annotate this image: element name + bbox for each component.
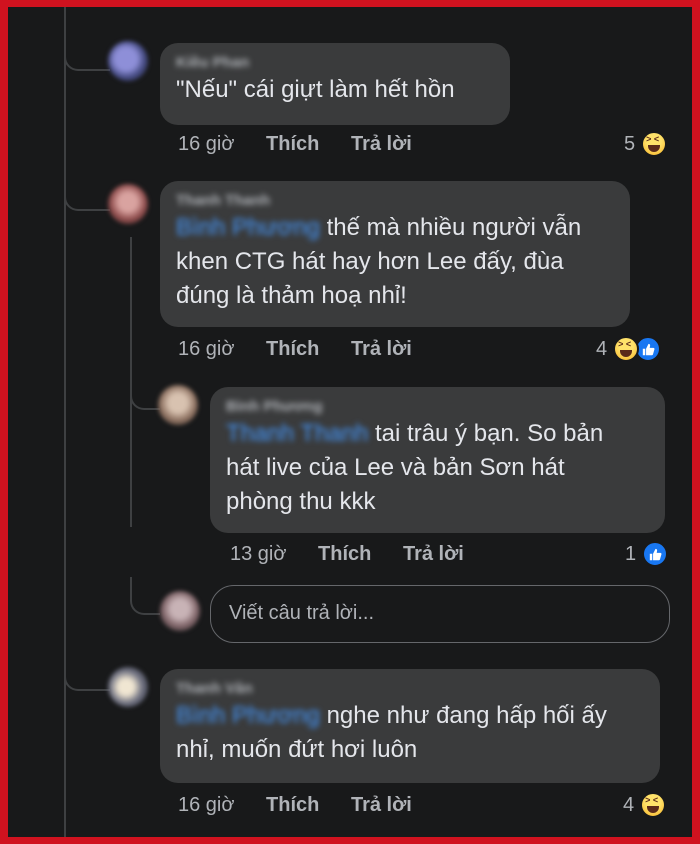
reaction-summary[interactable]: 4 [623,792,667,818]
comment-author[interactable]: Kiều Phan [176,53,494,73]
comment-bubble: Bình Phương Thanh Thanh tai trâu ý bạn. … [210,387,665,533]
thread-connector [64,157,110,211]
reply-button[interactable]: Trả lời [403,543,464,566]
reaction-count: 4 [596,337,608,360]
thread-connector [64,647,110,691]
comment-text-line: nghe như đang hấp hối ấy [326,702,607,729]
comment-meta: 13 giờ Thích Trả lời [230,543,464,566]
comment-meta: 16 giờ Thích Trả lời [178,133,412,156]
comment-author[interactable]: Thanh Thanh [176,191,614,211]
like-button[interactable]: Thích [266,338,319,361]
haha-icon [613,336,640,362]
reply-button[interactable]: Trả lời [351,794,412,817]
comment-text-line: tai trâu ý bạn. So bản [375,420,604,447]
avatar[interactable] [108,667,148,707]
comment-text-line: nhỉ, muốn đứt hơi luôn [176,736,418,763]
thread-connector [130,372,160,410]
comment-meta: 16 giờ Thích Trả lời [178,338,412,361]
mention-link[interactable]: Thanh Thanh [226,420,368,447]
comment-author[interactable]: Bình Phương [226,397,649,417]
comment-text: Bình Phương thế mà nhiều người vẫn khen … [176,211,614,313]
reaction-count: 5 [624,132,636,155]
reaction-summary[interactable]: 4 [596,336,662,362]
avatar[interactable] [108,41,148,81]
reply-input[interactable]: Viết câu trả lời... [210,585,670,643]
like-button[interactable]: Thích [318,543,371,566]
comment-time[interactable]: 13 giờ [230,543,286,566]
like-button[interactable]: Thích [266,133,319,156]
comment-text-line: phòng thu kkk [226,488,376,515]
comment-bubble: Thanh Vân Bình Phương nghe như đang hấp … [160,669,660,783]
comment-text-line: hát live của Lee và bản Sơn hát [226,454,565,481]
comments-panel: Kiều Phan "Nếu" cái giựt làm hết hồn 16 … [8,7,692,837]
comment-text-line: đúng là thảm hoạ nhỉ! [176,282,407,309]
comment-meta: 16 giờ Thích Trả lời [178,794,412,817]
comment-text-line: thế mà nhiều người vẫn [326,214,582,241]
comment-time[interactable]: 16 giờ [178,794,234,817]
comment-author[interactable]: Thanh Vân [176,679,644,699]
avatar[interactable] [108,184,148,224]
like-icon [642,541,669,567]
thread-line [64,7,66,837]
thread-connector [130,577,160,615]
comment-text: Thanh Thanh tai trâu ý bạn. So bản hát l… [226,417,649,519]
comment-time[interactable]: 16 giờ [178,133,234,156]
comment-text-line: khen CTG hát hay hơn Lee đấy, đùa [176,248,564,275]
like-icon [635,336,662,362]
comment-time[interactable]: 16 giờ [178,338,234,361]
user-avatar [160,591,200,631]
reply-button[interactable]: Trả lời [351,133,412,156]
reaction-count: 1 [625,542,637,565]
reaction-count: 4 [623,793,635,816]
like-button[interactable]: Thích [266,794,319,817]
comment-text: "Nếu" cái giựt làm hết hồn [176,76,455,103]
reply-button[interactable]: Trả lời [351,338,412,361]
comment-bubble: Kiều Phan "Nếu" cái giựt làm hết hồn [160,43,510,125]
comment-bubble: Thanh Thanh Bình Phương thế mà nhiều ngư… [160,181,630,327]
avatar[interactable] [158,385,198,425]
haha-icon [640,792,667,818]
mention-link[interactable]: Bình Phương [176,214,320,241]
mention-link[interactable]: Bình Phương [176,702,320,729]
reaction-summary[interactable]: 5 [624,131,668,157]
comment-text: Bình Phương nghe như đang hấp hối ấy nhỉ… [176,699,644,767]
thread-connector [64,27,110,71]
reaction-summary[interactable]: 1 [625,541,669,567]
haha-icon [641,131,668,157]
